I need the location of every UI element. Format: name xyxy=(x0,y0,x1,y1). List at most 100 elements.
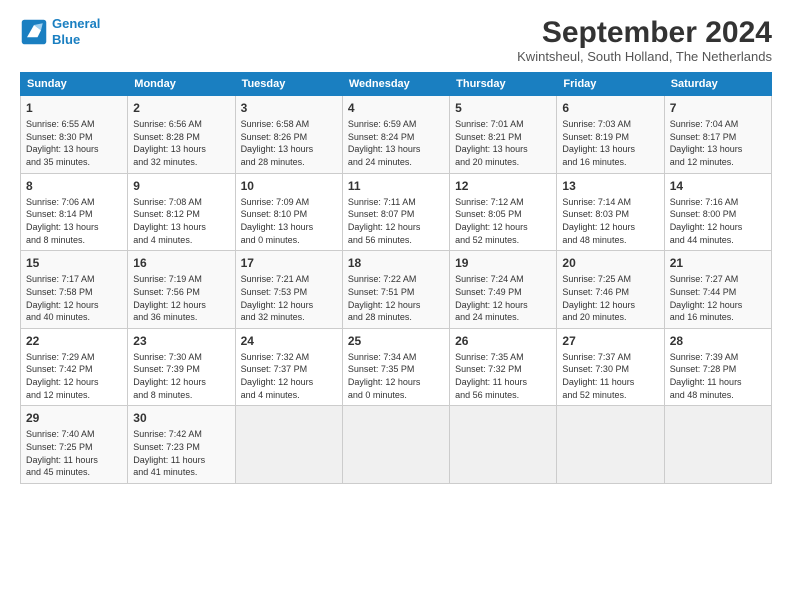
day-number: 19 xyxy=(455,255,551,271)
day-number: 28 xyxy=(670,333,766,349)
day-number: 23 xyxy=(133,333,229,349)
weekday-header-monday: Monday xyxy=(128,73,235,96)
calendar-week-row: 29Sunrise: 7:40 AM Sunset: 7:25 PM Dayli… xyxy=(21,406,772,484)
day-info: Sunrise: 6:55 AM Sunset: 8:30 PM Dayligh… xyxy=(26,118,122,168)
day-info: Sunrise: 7:03 AM Sunset: 8:19 PM Dayligh… xyxy=(562,118,658,168)
day-number: 11 xyxy=(348,178,444,194)
calendar-cell: 27 Sunrise: 7:37 AM Sunset: 7:30 PM Dayli… xyxy=(557,328,664,406)
day-info: Sunrise: 7:06 AM Sunset: 8:14 PM Dayligh… xyxy=(26,196,122,246)
weekday-header-friday: Friday xyxy=(557,73,664,96)
calendar-cell: 4 Sunrise: 6:59 AM Sunset: 8:24 PM Daylig… xyxy=(342,96,449,174)
calendar-cell: 30 Sunrise: 7:42 AM Sunset: 7:23 PM Dayli… xyxy=(128,406,235,484)
day-info: Sunrise: 7:25 AM Sunset: 7:46 PM Dayligh… xyxy=(562,273,658,323)
day-number: 6 xyxy=(562,100,658,116)
day-info: Sunrise: 6:59 AM Sunset: 8:24 PM Dayligh… xyxy=(348,118,444,168)
day-number: 15 xyxy=(26,255,122,271)
day-number: 13 xyxy=(562,178,658,194)
day-info: Sunrise: 7:19 AM Sunset: 7:56 PM Dayligh… xyxy=(133,273,229,323)
day-number: 7 xyxy=(670,100,766,116)
day-number: 18 xyxy=(348,255,444,271)
calendar-cell: 15 Sunrise: 7:17 AM Sunset: 7:58 PM Dayli… xyxy=(21,251,128,329)
calendar-cell: 21 Sunrise: 7:27 AM Sunset: 7:44 PM Dayli… xyxy=(664,251,771,329)
calendar-cell: 14Sunrise: 7:16 AM Sunset: 8:00 PM Dayli… xyxy=(664,173,771,251)
day-number: 2 xyxy=(133,100,229,116)
calendar-cell: 6 Sunrise: 7:03 AM Sunset: 8:19 PM Daylig… xyxy=(557,96,664,174)
day-info: Sunrise: 7:09 AM Sunset: 8:10 PM Dayligh… xyxy=(241,196,337,246)
day-info: Sunrise: 7:29 AM Sunset: 7:42 PM Dayligh… xyxy=(26,351,122,401)
logo: General Blue xyxy=(20,16,100,47)
calendar-cell xyxy=(664,406,771,484)
day-info: Sunrise: 7:11 AM Sunset: 8:07 PM Dayligh… xyxy=(348,196,444,246)
day-number: 4 xyxy=(348,100,444,116)
day-info: Sunrise: 7:08 AM Sunset: 8:12 PM Dayligh… xyxy=(133,196,229,246)
day-info: Sunrise: 7:24 AM Sunset: 7:49 PM Dayligh… xyxy=(455,273,551,323)
day-info: Sunrise: 7:01 AM Sunset: 8:21 PM Dayligh… xyxy=(455,118,551,168)
day-number: 20 xyxy=(562,255,658,271)
calendar-week-row: 15 Sunrise: 7:17 AM Sunset: 7:58 PM Dayli… xyxy=(21,251,772,329)
calendar-cell: 13 Sunrise: 7:14 AM Sunset: 8:03 PM Dayli… xyxy=(557,173,664,251)
day-number: 17 xyxy=(241,255,337,271)
calendar-week-row: 22Sunrise: 7:29 AM Sunset: 7:42 PM Dayli… xyxy=(21,328,772,406)
weekday-header-wednesday: Wednesday xyxy=(342,73,449,96)
calendar-cell xyxy=(557,406,664,484)
day-info: Sunrise: 7:39 AM Sunset: 7:28 PM Dayligh… xyxy=(670,351,766,401)
day-number: 3 xyxy=(241,100,337,116)
day-number: 14 xyxy=(670,178,766,194)
logo-line1: General xyxy=(52,16,100,31)
logo-icon xyxy=(20,18,48,46)
weekday-header-sunday: Sunday xyxy=(21,73,128,96)
calendar-cell: 29Sunrise: 7:40 AM Sunset: 7:25 PM Dayli… xyxy=(21,406,128,484)
calendar-cell: 11 Sunrise: 7:11 AM Sunset: 8:07 PM Dayli… xyxy=(342,173,449,251)
calendar-cell: 8 Sunrise: 7:06 AM Sunset: 8:14 PM Daylig… xyxy=(21,173,128,251)
logo-text: General Blue xyxy=(52,16,100,47)
calendar-cell: 17 Sunrise: 7:21 AM Sunset: 7:53 PM Dayli… xyxy=(235,251,342,329)
day-info: Sunrise: 7:14 AM Sunset: 8:03 PM Dayligh… xyxy=(562,196,658,246)
day-number: 30 xyxy=(133,410,229,426)
day-number: 9 xyxy=(133,178,229,194)
day-number: 21 xyxy=(670,255,766,271)
day-info: Sunrise: 7:21 AM Sunset: 7:53 PM Dayligh… xyxy=(241,273,337,323)
weekday-header-row: SundayMondayTuesdayWednesdayThursdayFrid… xyxy=(21,73,772,96)
day-number: 1 xyxy=(26,100,122,116)
calendar-cell: 10 Sunrise: 7:09 AM Sunset: 8:10 PM Dayli… xyxy=(235,173,342,251)
calendar-cell: 9 Sunrise: 7:08 AM Sunset: 8:12 PM Daylig… xyxy=(128,173,235,251)
calendar-cell: 26Sunrise: 7:35 AM Sunset: 7:32 PM Dayli… xyxy=(450,328,557,406)
subtitle: Kwintsheul, South Holland, The Netherlan… xyxy=(517,49,772,64)
calendar-week-row: 8 Sunrise: 7:06 AM Sunset: 8:14 PM Daylig… xyxy=(21,173,772,251)
weekday-header-thursday: Thursday xyxy=(450,73,557,96)
day-number: 24 xyxy=(241,333,337,349)
day-info: Sunrise: 7:12 AM Sunset: 8:05 PM Dayligh… xyxy=(455,196,551,246)
day-info: Sunrise: 7:22 AM Sunset: 7:51 PM Dayligh… xyxy=(348,273,444,323)
day-info: Sunrise: 7:37 AM Sunset: 7:30 PM Dayligh… xyxy=(562,351,658,401)
calendar-cell xyxy=(342,406,449,484)
calendar-table: SundayMondayTuesdayWednesdayThursdayFrid… xyxy=(20,72,772,484)
day-info: Sunrise: 7:17 AM Sunset: 7:58 PM Dayligh… xyxy=(26,273,122,323)
day-info: Sunrise: 7:40 AM Sunset: 7:25 PM Dayligh… xyxy=(26,428,122,478)
calendar-cell: 1 Sunrise: 6:55 AM Sunset: 8:30 PM Daylig… xyxy=(21,96,128,174)
title-block: September 2024 Kwintsheul, South Holland… xyxy=(517,16,772,64)
day-info: Sunrise: 7:32 AM Sunset: 7:37 PM Dayligh… xyxy=(241,351,337,401)
calendar-cell: 3Sunrise: 6:58 AM Sunset: 8:26 PM Daylig… xyxy=(235,96,342,174)
day-info: Sunrise: 7:42 AM Sunset: 7:23 PM Dayligh… xyxy=(133,428,229,478)
day-info: Sunrise: 7:30 AM Sunset: 7:39 PM Dayligh… xyxy=(133,351,229,401)
header: General Blue September 2024 Kwintsheul, … xyxy=(20,16,772,64)
day-info: Sunrise: 7:27 AM Sunset: 7:44 PM Dayligh… xyxy=(670,273,766,323)
calendar-cell: 22Sunrise: 7:29 AM Sunset: 7:42 PM Dayli… xyxy=(21,328,128,406)
day-number: 12 xyxy=(455,178,551,194)
day-number: 26 xyxy=(455,333,551,349)
calendar-cell xyxy=(450,406,557,484)
calendar-cell: 12 Sunrise: 7:12 AM Sunset: 8:05 PM Dayli… xyxy=(450,173,557,251)
logo-line2: Blue xyxy=(52,32,80,47)
calendar-cell: 24 Sunrise: 7:32 AM Sunset: 7:37 PM Dayli… xyxy=(235,328,342,406)
calendar-cell xyxy=(235,406,342,484)
day-info: Sunrise: 7:04 AM Sunset: 8:17 PM Dayligh… xyxy=(670,118,766,168)
weekday-header-tuesday: Tuesday xyxy=(235,73,342,96)
calendar-cell: 20 Sunrise: 7:25 AM Sunset: 7:46 PM Dayli… xyxy=(557,251,664,329)
day-number: 10 xyxy=(241,178,337,194)
day-info: Sunrise: 6:56 AM Sunset: 8:28 PM Dayligh… xyxy=(133,118,229,168)
calendar-cell: 25Sunrise: 7:34 AM Sunset: 7:35 PM Dayli… xyxy=(342,328,449,406)
day-number: 8 xyxy=(26,178,122,194)
calendar-cell: 2 Sunrise: 6:56 AM Sunset: 8:28 PM Daylig… xyxy=(128,96,235,174)
day-number: 25 xyxy=(348,333,444,349)
day-number: 27 xyxy=(562,333,658,349)
